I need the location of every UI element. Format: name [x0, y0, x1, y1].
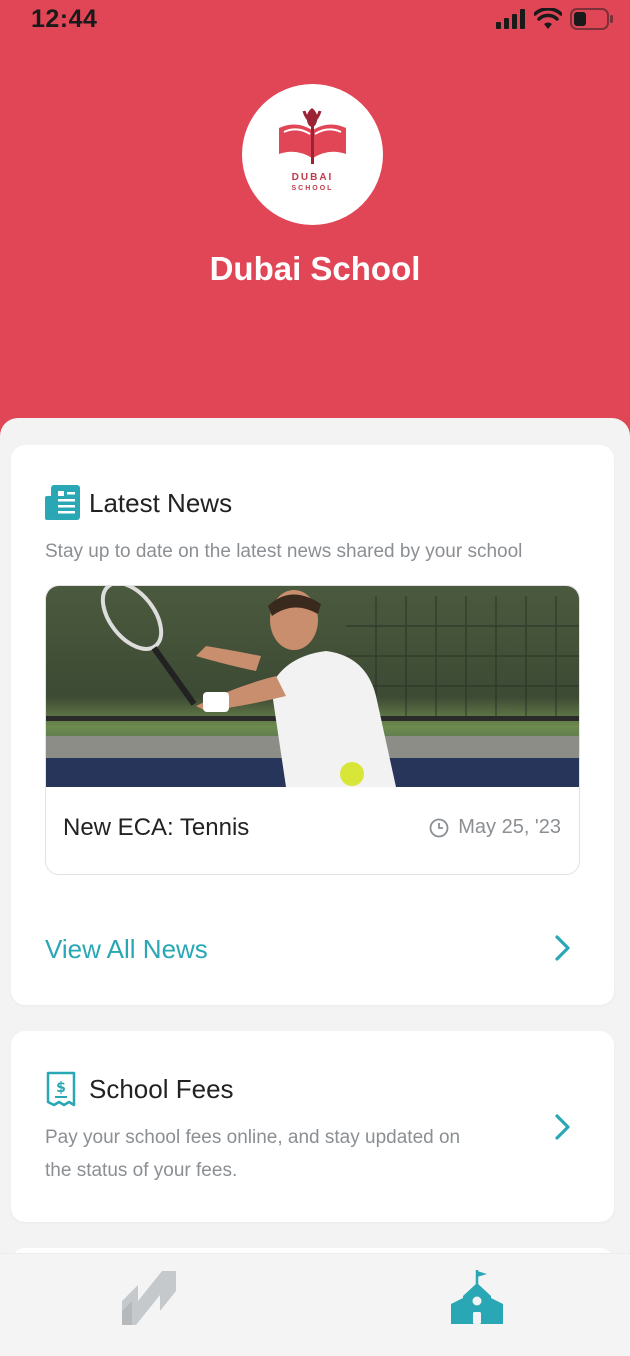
- newspaper-icon: [45, 485, 80, 520]
- latest-news-card: Latest News Stay up to date on the lates…: [11, 445, 614, 1005]
- clock-icon: [429, 818, 449, 837]
- svg-text:$: $: [56, 1080, 66, 1096]
- news-item-date: May 25, '23: [429, 816, 561, 839]
- chevron-right-icon[interactable]: [551, 934, 573, 962]
- status-icons: [496, 7, 614, 31]
- latest-news-title: Latest News: [89, 488, 233, 518]
- bottom-nav: [0, 1253, 630, 1356]
- news-date-text: May 25, '23: [458, 816, 561, 838]
- chevron-right-icon[interactable]: [551, 1113, 573, 1141]
- receipt-dollar-icon: $: [46, 1071, 76, 1107]
- school-fees-description: Pay your school fees online, and stay up…: [45, 1121, 460, 1187]
- school-name: Dubai School: [209, 250, 421, 287]
- logo-text-dubai: DUBAI: [291, 172, 334, 183]
- school-fees-title: School Fees: [89, 1074, 234, 1104]
- school-logo-emblem-icon: [279, 108, 346, 164]
- battery-icon: [570, 8, 613, 30]
- school-logo: DUBAI SCHOOL: [242, 84, 383, 225]
- brand-logo-icon[interactable]: [122, 1271, 176, 1325]
- status-time: 12:44: [31, 5, 98, 33]
- school-fees-card[interactable]: $ School Fees Pay your school fees onlin…: [11, 1031, 614, 1222]
- fees-description-line1: Pay your school fees online, and stay up…: [45, 1127, 461, 1148]
- school-icon[interactable]: [449, 1268, 505, 1326]
- status-bar: 12:44: [0, 0, 630, 40]
- view-all-news-link[interactable]: View All News: [45, 934, 208, 965]
- signal-icon: [496, 9, 525, 29]
- wifi-icon: [534, 8, 562, 29]
- latest-news-description: Stay up to date on the latest news share…: [45, 541, 523, 562]
- news-item-card[interactable]: New ECA: Tennis May 25, '23: [45, 585, 580, 875]
- logo-text-school: SCHOOL: [291, 185, 334, 192]
- news-photo: [46, 586, 579, 787]
- fees-description-line2: the status of your fees.: [45, 1160, 238, 1181]
- news-item-title: New ECA: Tennis: [63, 814, 250, 841]
- header: 12:44 DUBAI SCHOOL Dubai School: [0, 0, 630, 440]
